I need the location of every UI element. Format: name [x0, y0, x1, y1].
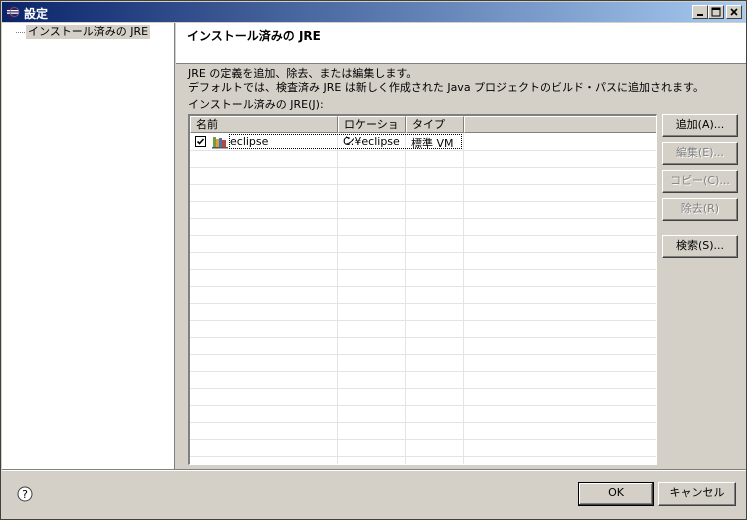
- maximize-icon: [711, 7, 721, 17]
- minimize-button[interactable]: [692, 5, 708, 19]
- search-jre-button[interactable]: 検索(S)...: [662, 235, 738, 258]
- grid-row-line: [190, 286, 656, 287]
- grid-row-line: [190, 456, 656, 457]
- column-header-type[interactable]: タイプ: [406, 116, 464, 133]
- grid-row-line: [190, 337, 656, 338]
- jre-checkbox[interactable]: [195, 136, 206, 147]
- grid-row-line: [190, 439, 656, 440]
- grid-row-line: [190, 320, 656, 321]
- help-icon[interactable]: ?: [17, 486, 33, 502]
- cancel-button[interactable]: キャンセル: [658, 482, 736, 506]
- row-focus-rect: [229, 134, 462, 149]
- close-icon: [730, 8, 738, 16]
- eclipse-icon: [6, 5, 20, 19]
- add-jre-button[interactable]: 追加(A)...: [662, 114, 738, 137]
- installed-jre-label: インストール済みの JRE(J):: [188, 98, 324, 111]
- page-description-line2: デフォルトでは、検査済み JRE は新しく作成された Java プロジェクトのビ…: [188, 81, 704, 94]
- column-header-location[interactable]: ロケーション: [338, 116, 406, 147]
- table-row[interactable]: eclipse C:¥eclipse 標準 VM: [190, 133, 656, 151]
- grid-column-line: [463, 133, 464, 464]
- grid-row-line: [190, 269, 656, 270]
- grid-row-line: [190, 405, 656, 406]
- preferences-dialog: 設定 インストール済みの JRE インストール済みの JRE JRE の定義を追…: [0, 0, 747, 520]
- grid-row-line: [190, 371, 656, 372]
- page-header: インストール済みの JRE: [176, 23, 746, 64]
- window-title: 設定: [24, 7, 49, 21]
- grid-column-line: [405, 133, 406, 464]
- grid-column-line: [337, 133, 338, 464]
- grid-row-line: [190, 388, 656, 389]
- grid-row-line: [190, 218, 656, 219]
- title-bar[interactable]: 設定: [2, 2, 745, 22]
- grid-row-line: [190, 201, 656, 202]
- page-title: インストール済みの JRE: [187, 29, 321, 43]
- ok-button[interactable]: OK: [578, 482, 654, 506]
- remove-jre-button[interactable]: 除去(R): [662, 198, 738, 221]
- grid-row-line: [190, 167, 656, 168]
- tree-connector: [16, 32, 25, 33]
- installed-jre-table[interactable]: 名前 ロケーション タイプ eclipse C:¥eclipse 標準 VM: [188, 114, 657, 465]
- copy-jre-button[interactable]: コピー(C)...: [662, 170, 738, 193]
- grid-row-line: [190, 184, 656, 185]
- minimize-icon: [697, 14, 703, 16]
- close-button[interactable]: [726, 5, 742, 19]
- preference-tree: インストール済みの JRE: [2, 23, 175, 469]
- column-header-name[interactable]: 名前: [190, 116, 338, 133]
- jre-library-icon: [212, 135, 228, 149]
- column-header-filler: [464, 116, 656, 133]
- svg-text:?: ?: [22, 488, 28, 501]
- maximize-button[interactable]: [708, 5, 724, 19]
- grid-row-line: [190, 354, 656, 355]
- grid-row-line: [190, 252, 656, 253]
- footer-separator: [2, 469, 746, 471]
- grid-row-line: [190, 422, 656, 423]
- edit-jre-button[interactable]: 編集(E)...: [662, 142, 738, 165]
- check-icon: [196, 138, 205, 145]
- grid-row-line: [190, 303, 656, 304]
- grid-row-line: [190, 235, 656, 236]
- table-header: 名前 ロケーション タイプ: [190, 116, 656, 147]
- tree-item-installed-jre[interactable]: インストール済みの JRE: [26, 25, 151, 39]
